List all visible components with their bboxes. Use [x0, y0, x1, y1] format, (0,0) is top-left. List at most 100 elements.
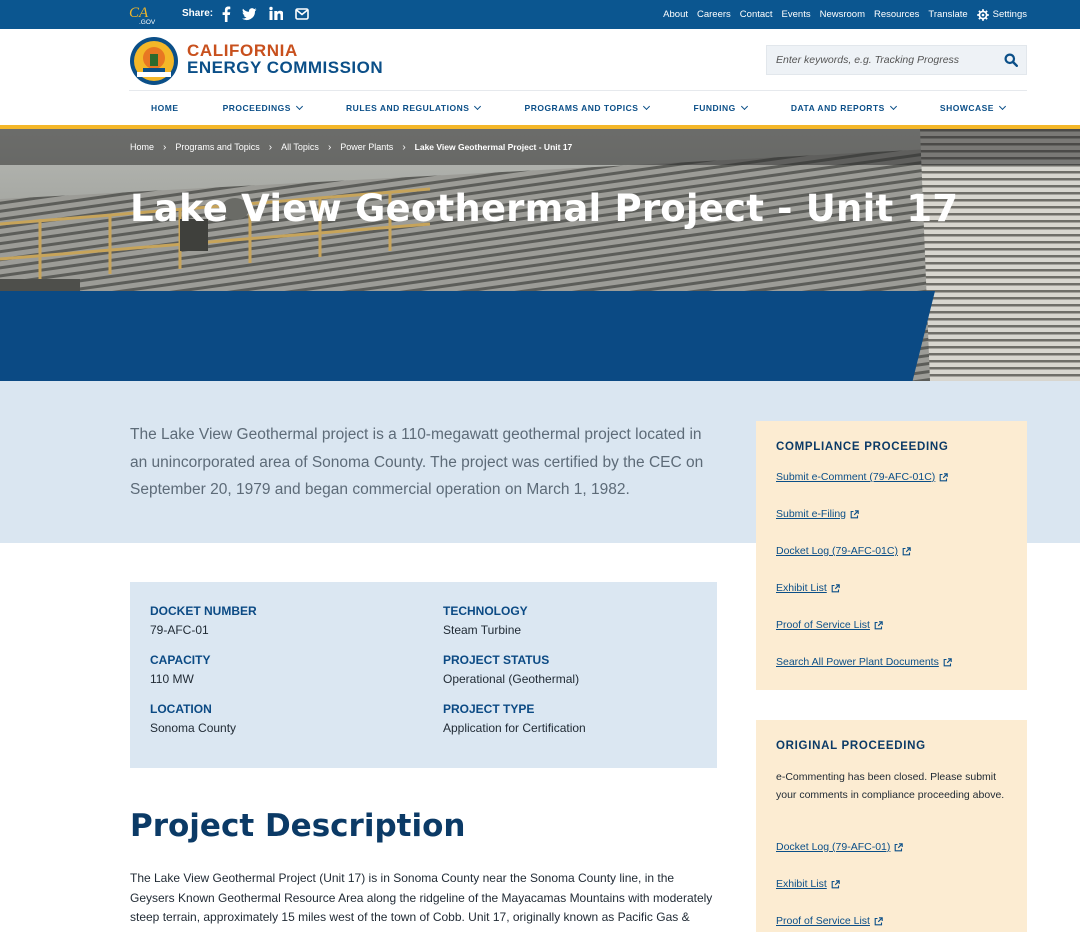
search-power-plant-documents-link[interactable]: Search All Power Plant Documents — [776, 656, 952, 668]
page-title: Lake View Geothermal Project - Unit 17 — [130, 187, 959, 230]
nav-showcase-label: SHOWCASE — [939, 103, 994, 113]
external-link-icon — [850, 509, 859, 518]
chevron-right-icon: › — [402, 141, 406, 153]
detail-value: Operational (Geothermal) — [443, 672, 580, 686]
settings-label: Settings — [992, 9, 1027, 20]
util-link-events[interactable]: Events — [782, 9, 811, 20]
e-commenting-closed-note: e-Commenting has been closed. Please sub… — [776, 771, 1005, 801]
docket-log-compliance-link[interactable]: Docket Log (79-AFC-01C) — [776, 545, 911, 557]
breadcrumb-programs-and-topics[interactable]: Programs and Topics — [175, 142, 259, 152]
compliance-proceeding-title: COMPLIANCE PROCEEDING — [776, 441, 949, 453]
brand-line-2: ENERGY COMMISSION — [187, 58, 384, 77]
search-input[interactable] — [767, 54, 992, 66]
chevron-down-icon — [643, 102, 651, 111]
linkedin-icon[interactable] — [269, 6, 283, 22]
link-label: Proof of Service List — [776, 915, 870, 927]
chevron-right-icon: › — [327, 141, 332, 153]
detail-label: LOCATION — [150, 702, 212, 716]
nav-proceedings-label: PROCEEDINGS — [222, 103, 291, 113]
docket-log-original-link[interactable]: Docket Log (79-AFC-01) — [776, 841, 904, 853]
original-proceeding-title: ORIGINAL PROCEEDING — [776, 740, 926, 752]
chevron-down-icon — [474, 102, 482, 111]
util-link-careers[interactable]: Careers — [697, 9, 731, 20]
detail-label: DOCKET NUMBER — [150, 604, 257, 618]
project-description-text: The Lake View Geothermal Project (Unit 1… — [130, 871, 713, 924]
link-label: Exhibit List — [776, 582, 827, 594]
chevron-right-icon: › — [268, 141, 273, 153]
breadcrumb-all-topics[interactable]: All Topics — [281, 142, 319, 152]
nav-home[interactable]: HOME — [151, 103, 179, 113]
submit-e-comment-link[interactable]: Submit e-Comment (79-AFC-01C) — [776, 471, 949, 483]
breadcrumb-home[interactable]: Home — [130, 142, 154, 152]
util-link-newsroom[interactable]: Newsroom — [820, 9, 865, 20]
detail-location: LOCATION Sonoma County — [150, 702, 236, 735]
detail-capacity: CAPACITY 110 MW — [150, 653, 210, 686]
cec-seal-logo[interactable] — [129, 36, 179, 86]
proof-of-service-compliance-link[interactable]: Proof of Service List — [776, 619, 883, 631]
nav-programs-and-topics[interactable]: PROGRAMS AND TOPICS — [524, 102, 651, 113]
compliance-proceeding-card: COMPLIANCE PROCEEDING Submit e-Comment (… — [756, 421, 1027, 690]
chevron-right-icon: › — [163, 141, 167, 153]
nav-rules-and-regulations[interactable]: RULES AND REGULATIONS — [346, 102, 482, 113]
gear-icon — [976, 8, 989, 21]
original-proceeding-card: ORIGINAL PROCEEDING e-Commenting has bee… — [756, 720, 1027, 932]
link-label: Proof of Service List — [776, 619, 870, 631]
detail-label: PROJECT TYPE — [443, 702, 535, 716]
intro-text: The Lake View Geothermal project is a 11… — [130, 426, 704, 498]
external-link-icon — [939, 472, 949, 481]
breadcrumb-power-plants[interactable]: Power Plants — [340, 142, 393, 152]
svg-text:.GOV: .GOV — [139, 19, 156, 25]
detail-label: TECHNOLOGY — [443, 604, 528, 618]
exhibit-list-compliance-link[interactable]: Exhibit List — [776, 582, 840, 594]
cec-wordmark[interactable]: CALIFORNIA ENERGY COMMISSION — [187, 42, 383, 76]
nav-rules-label: RULES AND REGULATIONS — [346, 103, 470, 113]
chevron-down-icon — [998, 102, 1007, 111]
twitter-icon[interactable] — [242, 6, 257, 22]
main-nav: HOME PROCEEDINGS RULES AND REGULATIONS P… — [129, 90, 1027, 125]
share-label: Share: — [182, 8, 214, 19]
submit-e-filing-link[interactable]: Submit e-Filing — [776, 508, 859, 520]
link-label: Exhibit List — [776, 878, 827, 890]
external-link-icon — [831, 583, 840, 592]
link-label: Submit e-Comment (79-AFC-01C) — [776, 471, 936, 483]
detail-label: PROJECT STATUS — [443, 653, 550, 667]
link-label: Search All Power Plant Documents — [776, 656, 939, 668]
chevron-down-icon — [889, 102, 897, 111]
brand-line-1: CALIFORNIA — [187, 41, 298, 60]
ca-gov-logo[interactable]: CA .GOV — [129, 3, 159, 25]
util-link-resources[interactable]: Resources — [874, 9, 919, 20]
detail-project-status: PROJECT STATUS Operational (Geothermal) — [443, 653, 579, 686]
detail-project-type: PROJECT TYPE Application for Certificati… — [443, 702, 586, 735]
util-link-contact[interactable]: Contact — [740, 9, 773, 20]
nav-data-label: DATA AND REPORTS — [790, 103, 885, 113]
hero-banner: Home › Programs and Topics › All Topics … — [0, 129, 1080, 381]
nav-data-and-reports[interactable]: DATA AND REPORTS — [790, 102, 897, 113]
detail-value: Sonoma County — [150, 721, 237, 735]
project-description-heading: Project Description — [130, 808, 466, 844]
search-icon[interactable] — [1004, 53, 1018, 67]
detail-value: Steam Turbine — [443, 623, 522, 637]
nav-home-label: HOME — [151, 103, 179, 113]
search-box — [766, 45, 1027, 75]
detail-value: Application for Certification — [443, 721, 586, 735]
util-link-translate[interactable]: Translate — [928, 9, 967, 20]
email-icon[interactable] — [295, 6, 309, 22]
detail-value: 79-AFC-01 — [150, 623, 209, 637]
utility-links: About Careers Contact Events Newsroom Re… — [663, 0, 1027, 29]
breadcrumb-current: Lake View Geothermal Project - Unit 17 — [414, 142, 573, 152]
nav-showcase[interactable]: SHOWCASE — [939, 102, 1007, 113]
nav-proceedings[interactable]: PROCEEDINGS — [222, 102, 303, 113]
external-link-icon — [874, 620, 883, 629]
facebook-icon[interactable] — [221, 6, 231, 22]
chevron-down-icon — [740, 102, 748, 111]
nav-funding[interactable]: FUNDING — [693, 102, 748, 113]
external-link-icon — [874, 916, 883, 925]
util-link-about[interactable]: About — [663, 9, 688, 20]
proof-of-service-original-link[interactable]: Proof of Service List — [776, 915, 883, 927]
link-label: Docket Log (79-AFC-01) — [776, 841, 891, 853]
exhibit-list-original-link[interactable]: Exhibit List — [776, 878, 840, 890]
title-banner — [0, 291, 935, 381]
settings-button[interactable]: Settings — [976, 8, 1027, 21]
nav-funding-label: FUNDING — [693, 103, 736, 113]
nav-programs-label: PROGRAMS AND TOPICS — [524, 103, 639, 113]
